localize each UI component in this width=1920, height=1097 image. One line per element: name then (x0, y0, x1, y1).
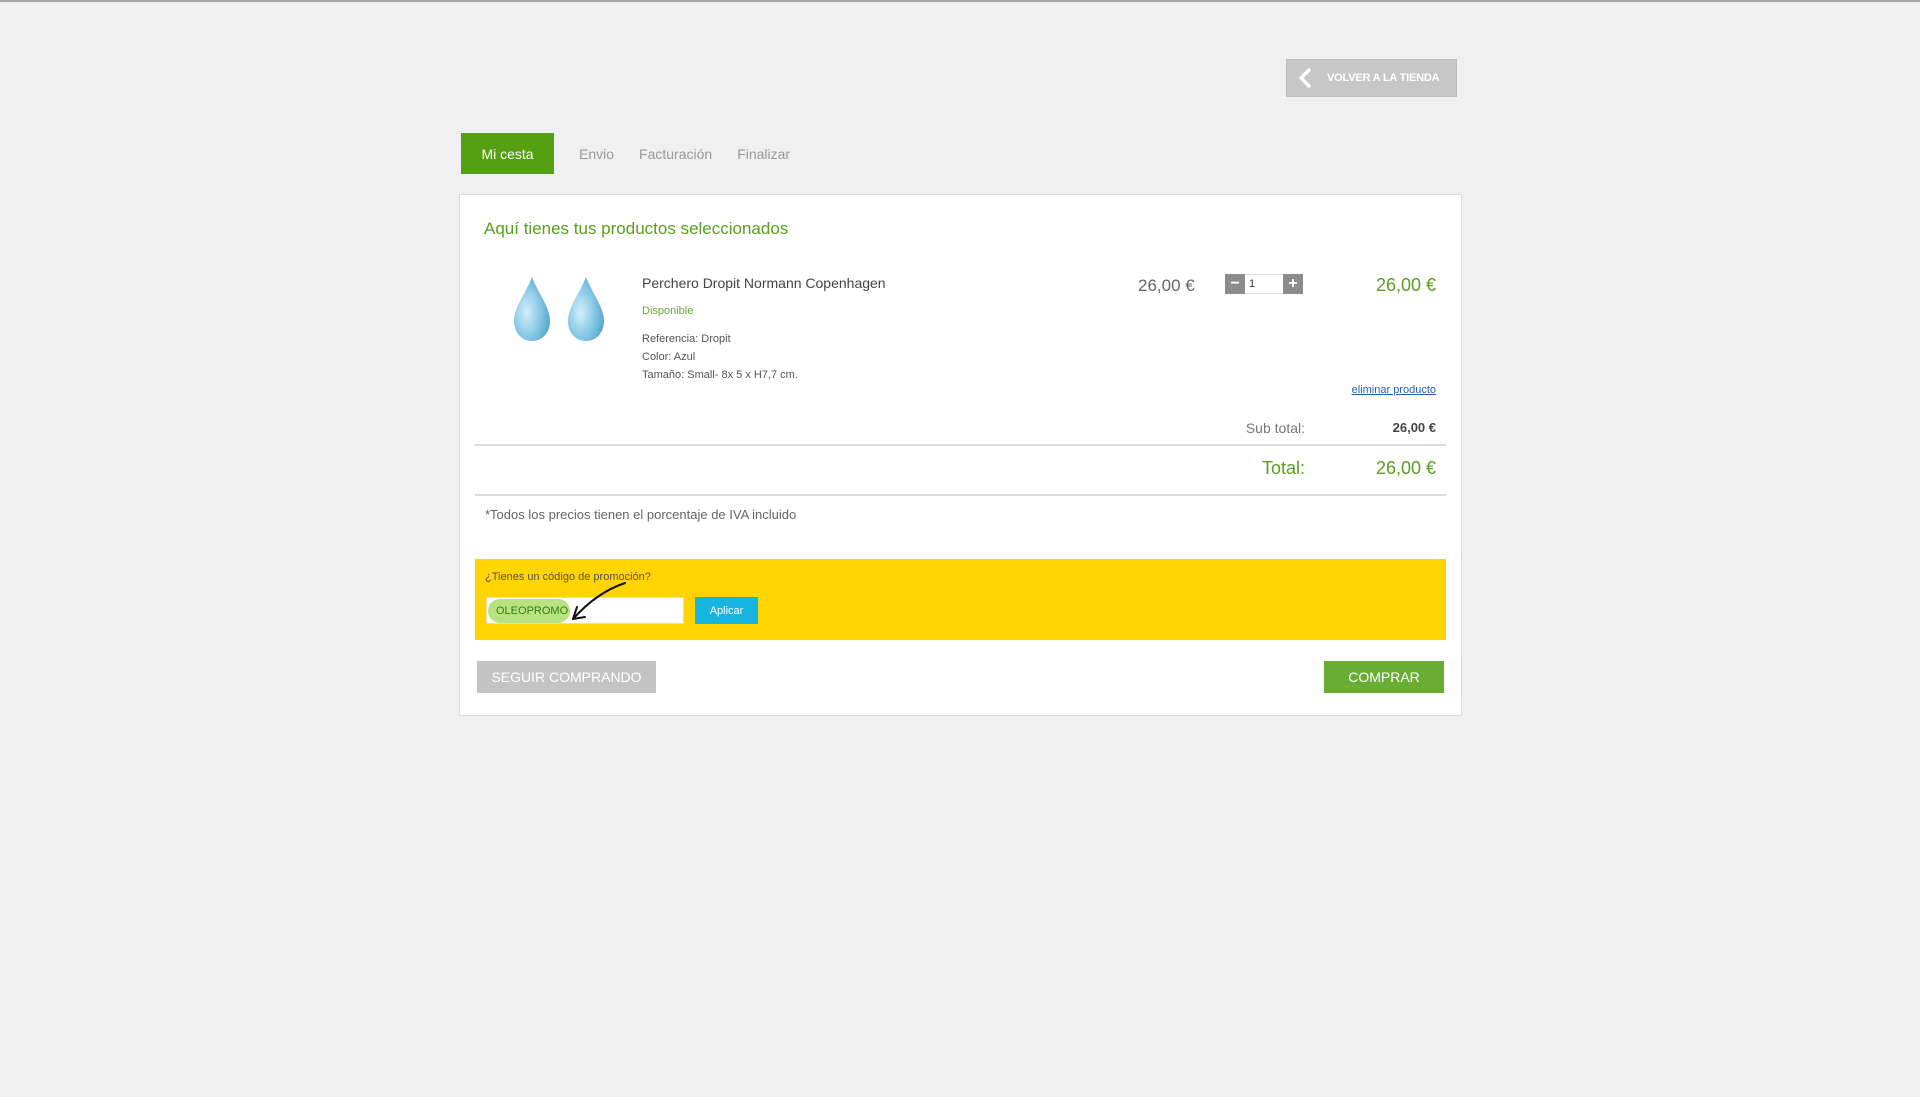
product-reference: Referencia: Dropit (642, 333, 731, 345)
step-shipping[interactable]: Envio (579, 146, 614, 162)
promo-question: ¿Tienes un código de promoción? (485, 571, 651, 583)
subtotal-label: Sub total: (1245, 420, 1305, 436)
water-drop-icon[interactable] (508, 273, 618, 343)
quantity-stepper: − + (1225, 274, 1303, 294)
chevron-left-icon (1287, 68, 1323, 88)
decrease-quantity-button[interactable]: − (1225, 274, 1245, 294)
step-billing[interactable]: Facturación (639, 146, 712, 162)
vat-note: *Todos los precios tienen el porcentaje … (485, 507, 797, 522)
apply-promo-button[interactable]: Aplicar (695, 597, 758, 624)
promo-code-input[interactable] (486, 597, 684, 624)
divider (475, 494, 1446, 496)
total-value: 26,00 € (1375, 458, 1436, 478)
product-size: Tamaño: Small- 8x 5 x H7,7 cm. (642, 369, 798, 381)
cart-panel: Aquí tienes tus productos seleccionados … (459, 194, 1462, 716)
line-total: 26,00 € (1375, 275, 1436, 295)
back-to-store-button[interactable]: VOLVER A LA TIENDA (1286, 59, 1457, 97)
buy-button[interactable]: COMPRAR (1324, 661, 1444, 693)
step-finish[interactable]: Finalizar (737, 146, 790, 162)
total-label: Total: (1261, 458, 1305, 478)
back-to-store-label: VOLVER A LA TIENDA (1327, 72, 1440, 84)
checkout-steps: Mi cesta Envio Facturación Finalizar (461, 133, 790, 174)
product-name[interactable]: Perchero Dropit Normann Copenhagen (642, 275, 886, 291)
product-color: Color: Azul (642, 351, 696, 363)
subtotal-value: 26,00 € (1392, 420, 1436, 435)
divider (475, 444, 1446, 446)
keep-shopping-button[interactable]: SEGUIR COMPRANDO (477, 661, 656, 693)
cart-title: Aquí tienes tus productos seleccionados (484, 219, 789, 238)
promo-code-box: ¿Tienes un código de promoción? OLEOPROM… (475, 559, 1446, 640)
increase-quantity-button[interactable]: + (1283, 274, 1303, 294)
step-my-cart[interactable]: Mi cesta (461, 133, 554, 174)
unit-price: 26,00 € (1138, 276, 1195, 295)
quantity-input[interactable] (1245, 274, 1283, 294)
remove-product-link[interactable]: eliminar producto (1352, 384, 1436, 396)
product-availability: Disponible (642, 305, 694, 317)
